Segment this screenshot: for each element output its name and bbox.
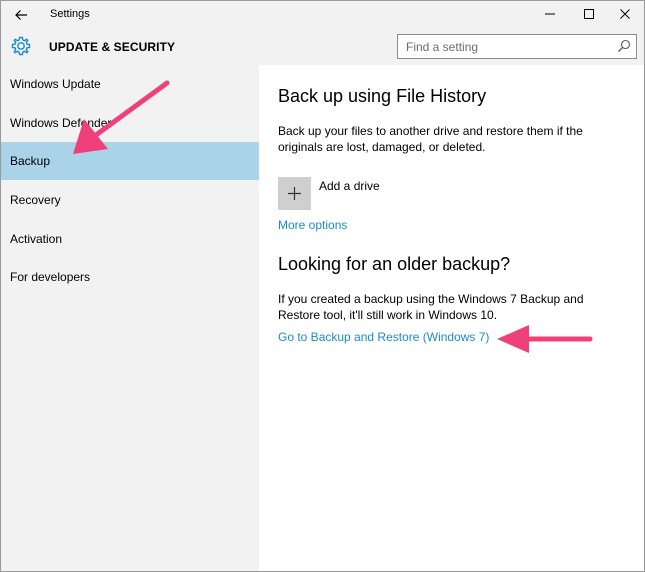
gear-icon (11, 36, 31, 56)
sidebar-nav: Windows Update Windows Defender Backup R… (1, 65, 259, 571)
maximize-icon (584, 9, 594, 19)
older-backup-heading: Looking for an older backup? (278, 254, 511, 274)
back-arrow-icon (15, 10, 27, 20)
window-title: Settings (50, 8, 90, 20)
add-drive-button[interactable] (278, 177, 311, 210)
older-backup-description: If you created a backup using the Window… (278, 292, 584, 322)
header-bar: UPDATE & SECURITY (1, 29, 644, 65)
add-drive-label[interactable]: Add a drive (319, 179, 380, 193)
search-input[interactable] (398, 35, 608, 58)
search-box[interactable] (397, 34, 637, 59)
file-history-description: Back up your files to another drive and … (278, 124, 583, 154)
main-content: Back up using File History Back up your … (259, 65, 644, 571)
settings-window: Settings UPDATE & SECURITY Win (0, 0, 645, 572)
minimize-button[interactable] (531, 1, 569, 27)
sidebar-item-for-developers[interactable]: For developers (1, 258, 259, 296)
backup-restore-windows7-link[interactable]: Go to Backup and Restore (Windows 7) (278, 330, 489, 344)
sidebar-item-activation[interactable]: Activation (1, 220, 259, 258)
search-icon[interactable] (617, 39, 631, 53)
minimize-icon (545, 13, 555, 15)
section-title: UPDATE & SECURITY (49, 40, 176, 54)
sidebar-item-backup[interactable]: Backup (1, 142, 259, 180)
sidebar-item-windows-update[interactable]: Windows Update (1, 65, 259, 103)
maximize-button[interactable] (570, 1, 608, 27)
close-icon (620, 9, 630, 19)
plus-icon (288, 187, 301, 200)
more-options-link[interactable]: More options (278, 218, 347, 232)
sidebar-item-recovery[interactable]: Recovery (1, 181, 259, 219)
back-button[interactable] (9, 4, 33, 26)
title-bar: Settings (1, 1, 644, 29)
close-button[interactable] (606, 1, 644, 27)
sidebar-item-windows-defender[interactable]: Windows Defender (1, 104, 259, 142)
file-history-heading: Back up using File History (278, 86, 487, 106)
